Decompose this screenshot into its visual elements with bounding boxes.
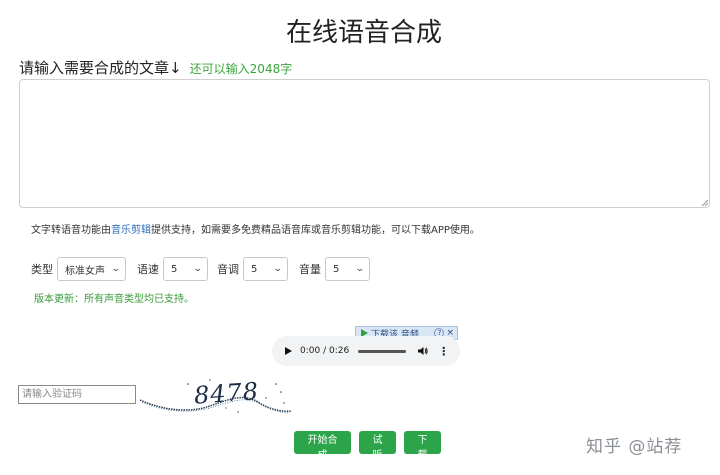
notice-prefix: 文字转语音功能由 (31, 225, 111, 236)
speed-label: 语速 (137, 263, 159, 276)
start-synthesis-button[interactable]: 开始合成 (294, 431, 351, 461)
preview-button[interactable]: 试听 (359, 431, 396, 461)
type-label: 类型 (31, 263, 53, 276)
type-select-value: 标准女声 (65, 265, 105, 277)
pitch-label: 音调 (217, 263, 239, 276)
chevron-down-icon: ⌄ (355, 264, 366, 274)
captcha-image[interactable]: 8478 (138, 372, 293, 416)
speed-select[interactable]: 5 ⌄ (163, 257, 208, 281)
audio-time: 0:00 / 0:26 (300, 346, 350, 356)
volume-icon[interactable] (418, 346, 428, 356)
type-select[interactable]: 标准女声 ⌄ (57, 257, 126, 281)
more-options-icon[interactable]: ⋮ (438, 346, 449, 357)
resize-grip-icon[interactable] (701, 199, 709, 207)
chevron-down-icon: ⌄ (273, 264, 284, 274)
volume-select[interactable]: 5 ⌄ (325, 257, 370, 281)
service-notice: 文字转语音功能由音乐剪辑提供支持，如需要多免费精品语音库或音乐剪辑功能，可以下载… (31, 221, 480, 236)
pitch-select-value: 5 (251, 263, 258, 275)
audio-player: 0:00 / 0:26 ⋮ (272, 336, 460, 366)
prompt-label: 请输入需要合成的文章↓ (19, 59, 182, 77)
prompt-row: 请输入需要合成的文章↓ 还可以输入2048字 (19, 57, 292, 78)
watermark: 知乎 @站荐 (586, 437, 683, 457)
download-button[interactable]: 下载 (404, 431, 441, 461)
audio-seek-bar[interactable] (358, 349, 407, 353)
speed-select-value: 5 (171, 263, 178, 275)
page-title: 在线语音合成 (285, 18, 442, 48)
music-editor-link[interactable]: 音乐剪辑 (111, 225, 151, 236)
remaining-chars-hint: 还可以输入2048字 (189, 62, 293, 76)
update-note: 版本更新：所有声音类型均已支持。 (34, 294, 194, 305)
voice-options: 类型 标准女声 ⌄ 语速 5 ⌄ 音调 5 ⌄ 音量 5 ⌄ (31, 257, 370, 281)
chevron-down-icon: ⌄ (111, 264, 122, 274)
chevron-down-icon: ⌄ (193, 264, 204, 274)
volume-label: 音量 (299, 263, 321, 276)
captcha-code: 8478 (193, 377, 260, 409)
action-buttons: 开始合成 试听 下载 (294, 431, 449, 461)
pitch-select[interactable]: 5 ⌄ (243, 257, 288, 281)
article-textarea[interactable] (19, 79, 710, 208)
notice-suffix: 提供支持，如需要多免费精品语音库或音乐剪辑功能，可以下载APP使用。 (151, 225, 480, 236)
volume-select-value: 5 (333, 263, 340, 275)
captcha-input[interactable] (18, 385, 136, 404)
play-button-icon[interactable] (285, 347, 292, 355)
